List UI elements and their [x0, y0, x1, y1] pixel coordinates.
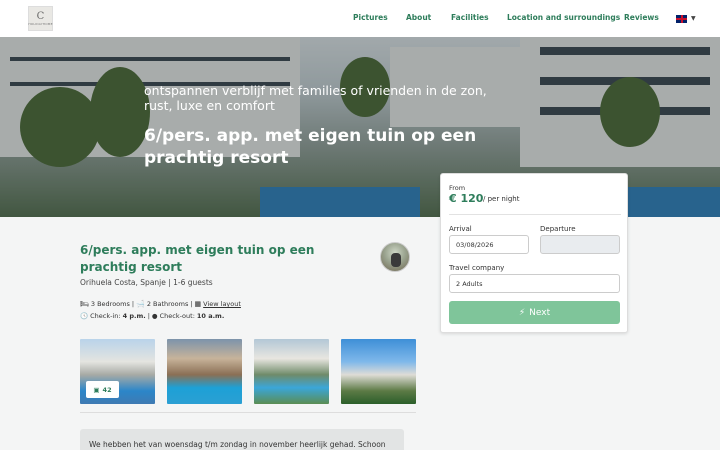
nav-pictures[interactable]: Pictures — [353, 13, 388, 22]
clock-icon: 🕓 — [80, 312, 89, 320]
price-value: € 120 — [449, 192, 484, 205]
separator: | — [131, 300, 135, 308]
uk-flag-icon[interactable] — [676, 15, 687, 23]
arrival-label: Arrival — [449, 225, 472, 233]
checkin-value: 4 p.m. — [122, 312, 146, 320]
lightning-icon: ⚡ — [518, 307, 526, 318]
bedrooms-text: 3 Bedrooms — [90, 300, 130, 308]
bath-icon: 🛁 — [136, 300, 145, 308]
checkout-value: 10 a.m. — [196, 312, 225, 320]
separator: | — [147, 312, 150, 320]
price-from-label: From — [449, 184, 466, 192]
site-header: C HOLIDAYHOME Pictures About Facilities … — [0, 0, 720, 37]
separator: | — [190, 300, 193, 308]
arrival-date-field[interactable]: 03/08/2026 — [449, 235, 529, 254]
chevron-down-icon[interactable]: ▼ — [691, 15, 696, 22]
next-button[interactable]: ⚡ Next — [449, 301, 620, 324]
property-features: 🛏 3 Bedrooms | 🛁 2 Bathrooms | ▦ View la… — [80, 300, 241, 308]
hero-subtitle: ontspannen verblijf met families of vrie… — [144, 83, 487, 113]
property-photo[interactable] — [254, 339, 329, 404]
nav-about[interactable]: About — [406, 13, 431, 22]
clock-filled-icon: ● — [151, 312, 158, 320]
view-layout-link[interactable]: View layout — [203, 300, 241, 308]
hero-title: 6/pers. app. met eigen tuin op een prach… — [144, 126, 477, 168]
bathrooms-text: 2 Bathrooms — [146, 300, 189, 308]
images-icon: ▣ — [93, 385, 100, 394]
host-avatar[interactable] — [380, 242, 410, 272]
departure-date-field[interactable] — [540, 235, 620, 254]
checkout-label: Check-out: — [159, 312, 195, 320]
card-divider — [449, 214, 621, 215]
bed-icon: 🛏 — [80, 300, 89, 308]
booking-card: From € 120 / per night Arrival 03/08/202… — [440, 173, 628, 333]
section-divider — [80, 412, 416, 413]
property-photo[interactable] — [167, 339, 242, 404]
nav-facilities[interactable]: Facilities — [451, 13, 489, 22]
nav-location[interactable]: Location and surroundings — [507, 13, 620, 22]
main-nav: Pictures About Facilities Location and s… — [0, 13, 720, 25]
property-photo[interactable] — [341, 339, 416, 404]
check-times: 🕓 Check-in: 4 p.m. | ● Check-out: 10 a.m… — [80, 312, 224, 320]
review-card: We hebben het van woensdag t/m zondag in… — [80, 429, 404, 450]
next-button-label: Next — [529, 307, 551, 318]
price-per-night: / per night — [483, 195, 520, 203]
nav-reviews[interactable]: Reviews — [624, 13, 659, 22]
layout-icon: ▦ — [194, 300, 202, 308]
property-location: Orihuela Costa, Spanje | 1-6 guests — [80, 278, 213, 287]
travel-company-select[interactable]: 2 Adults — [449, 274, 620, 293]
photo-count-badge[interactable]: ▣ 42 — [86, 381, 119, 398]
travel-company-label: Travel company — [449, 264, 505, 272]
departure-label: Departure — [540, 225, 576, 233]
checkin-label: Check-in: — [90, 312, 121, 320]
photo-count: 42 — [102, 385, 112, 394]
property-title: 6/pers. app. met eigen tuin op een prach… — [80, 243, 315, 274]
